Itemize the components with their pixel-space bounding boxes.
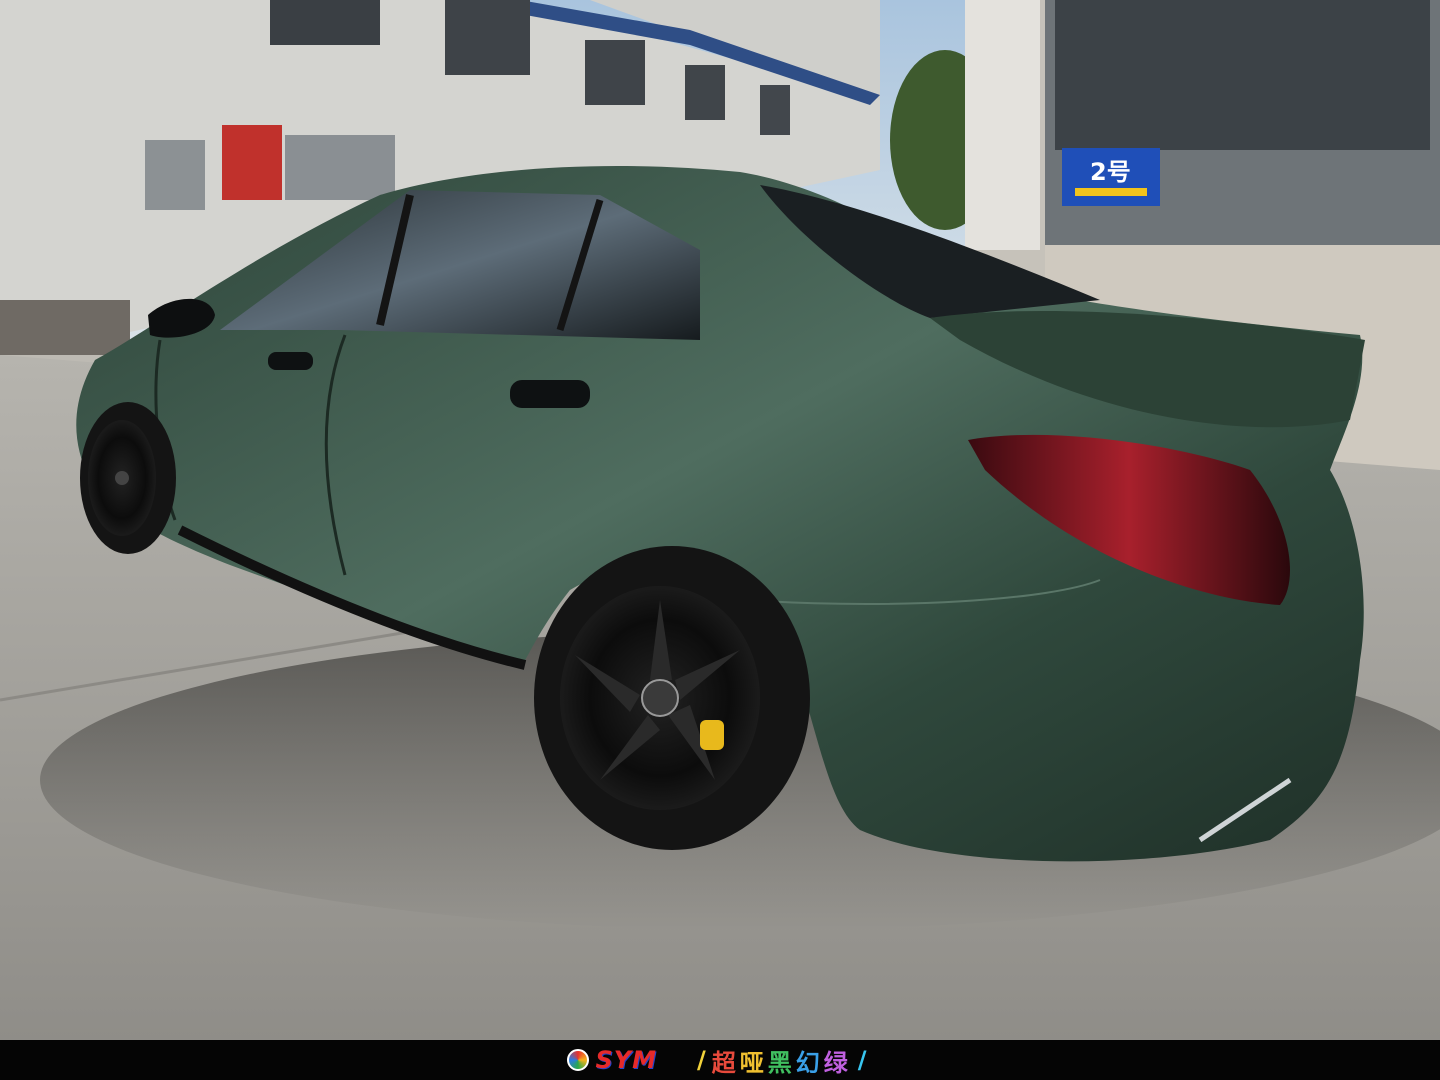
brand-name: SYM — [595, 1046, 657, 1074]
car-photo: 2号 — [0, 0, 1440, 1040]
brake-caliper — [700, 720, 724, 750]
sign-number: 2号 — [1090, 158, 1131, 186]
slash-right: / — [857, 1046, 867, 1074]
slash-left: / — [697, 1046, 706, 1074]
rear-wheel — [534, 546, 810, 850]
door-handle-front — [268, 352, 313, 370]
caption-char: 超 — [711, 1048, 740, 1077]
brand-logo: SYM — [567, 1046, 657, 1074]
hub-logo — [641, 679, 679, 717]
watermark-bar: SYM / 超哑黑幻绿 / — [0, 1040, 1440, 1080]
caption: 超哑黑幻绿 — [712, 1043, 852, 1078]
caption-char: 黑 — [767, 1048, 796, 1077]
brand-logo-icon — [567, 1049, 590, 1071]
caption-char: 绿 — [823, 1048, 852, 1077]
door-handle-rear — [510, 380, 590, 408]
caption-char: 哑 — [739, 1048, 768, 1077]
front-wheel — [80, 402, 176, 554]
caption-char: 幻 — [795, 1048, 824, 1077]
